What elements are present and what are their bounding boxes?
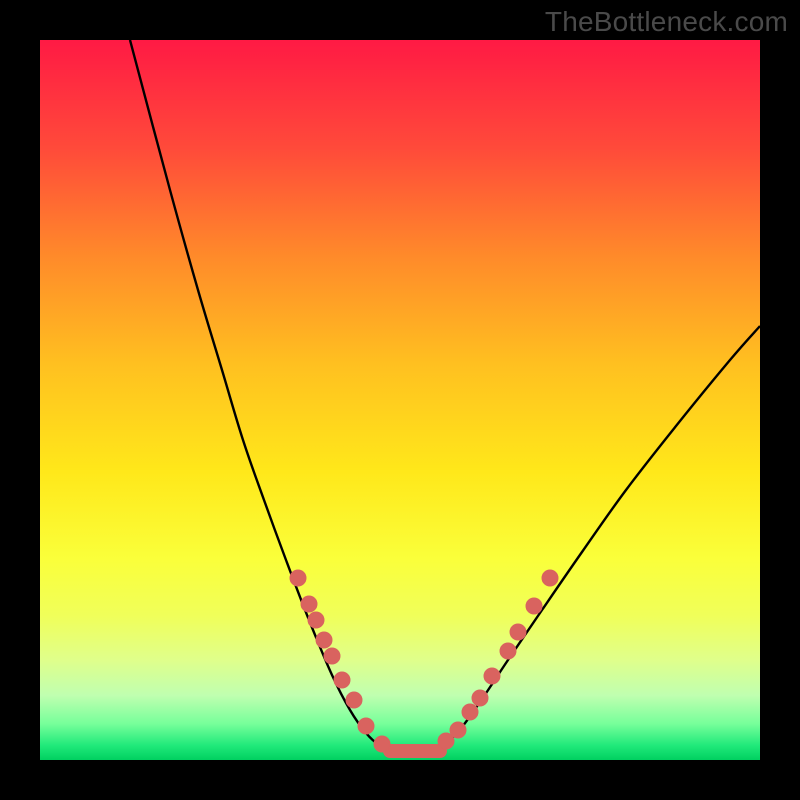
data-point-dot <box>526 598 542 614</box>
brand-label: TheBottleneck.com <box>545 6 788 38</box>
data-point-dot <box>450 722 466 738</box>
data-point-dot <box>324 648 340 664</box>
data-point-dot <box>301 596 317 612</box>
plot-area <box>40 40 760 760</box>
left-dot-group <box>290 570 390 752</box>
chart-frame: TheBottleneck.com <box>0 0 800 800</box>
left-curve <box>130 40 400 755</box>
data-point-dot <box>472 690 488 706</box>
right-dot-group <box>438 570 558 749</box>
data-point-dot <box>316 632 332 648</box>
data-point-dot <box>290 570 306 586</box>
data-point-dot <box>500 643 516 659</box>
data-point-dot <box>484 668 500 684</box>
data-point-dot <box>358 718 374 734</box>
data-point-dot <box>462 704 478 720</box>
data-point-dot <box>510 624 526 640</box>
data-point-dot <box>374 736 390 752</box>
data-point-dot <box>308 612 324 628</box>
chart-svg <box>40 40 760 760</box>
data-point-dot <box>346 692 362 708</box>
data-point-dot <box>542 570 558 586</box>
data-point-dot <box>334 672 350 688</box>
